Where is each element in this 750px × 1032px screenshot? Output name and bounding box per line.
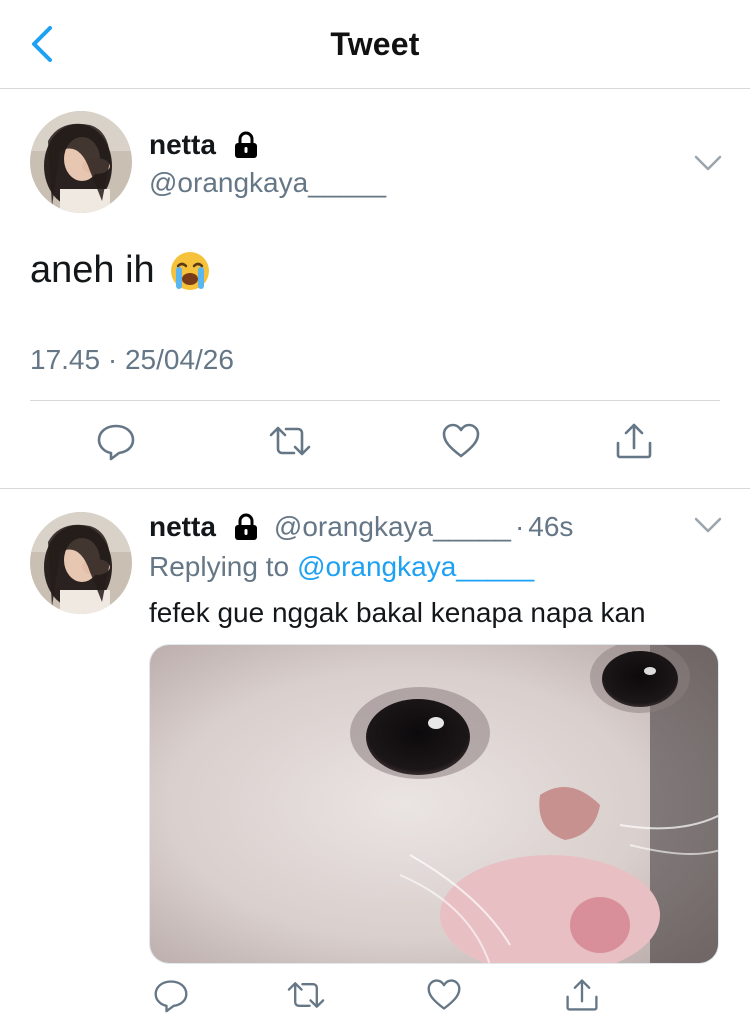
reply-text: fefek gue nggak bakal kenapa napa kan xyxy=(149,597,646,628)
chevron-down-icon xyxy=(694,517,722,533)
reply-tweet[interactable]: netta @orangkaya_____ · 46s Replying to @… xyxy=(0,489,750,1032)
avatar[interactable] xyxy=(30,512,132,614)
heart-icon xyxy=(442,423,480,458)
replying-to: Replying to @orangkaya_____ xyxy=(149,551,534,583)
share-button[interactable] xyxy=(609,416,659,466)
loudly-crying-face-icon xyxy=(169,250,211,292)
reply-button[interactable] xyxy=(146,970,196,1020)
tweet-actions xyxy=(0,416,750,476)
reply-icon xyxy=(97,424,135,461)
relative-time: 46s xyxy=(528,511,574,542)
like-button[interactable] xyxy=(436,416,486,466)
handle: @orangkaya_____ xyxy=(149,167,387,198)
lock-icon xyxy=(232,131,260,159)
page-title: Tweet xyxy=(330,26,420,62)
reply-icon xyxy=(154,980,188,1013)
heart-icon xyxy=(427,979,461,1010)
more-options-button[interactable] xyxy=(693,515,723,535)
display-name[interactable]: netta xyxy=(149,129,216,161)
mention-link[interactable]: @orangkaya_____ xyxy=(297,551,534,582)
display-name[interactable]: netta xyxy=(149,511,216,543)
tweet-timestamp[interactable]: 17.45 · 25/04/26 xyxy=(30,344,234,376)
media-image[interactable] xyxy=(149,644,719,964)
nav-header: Tweet xyxy=(0,0,750,89)
retweet-icon xyxy=(269,426,311,456)
share-button[interactable] xyxy=(557,970,607,1020)
like-button[interactable] xyxy=(419,970,469,1020)
avatar[interactable] xyxy=(30,111,132,213)
separator-dot: · xyxy=(514,511,525,542)
share-icon xyxy=(566,979,598,1011)
more-options-button[interactable] xyxy=(693,153,723,173)
reply-actions xyxy=(0,970,750,1030)
handle: @orangkaya_____ xyxy=(273,511,511,542)
tweet-body: aneh ih xyxy=(30,249,155,291)
reply-author-row: netta @orangkaya_____ · 46s xyxy=(149,511,573,543)
share-icon xyxy=(616,423,652,459)
divider xyxy=(30,400,720,401)
lock-icon xyxy=(232,513,260,541)
retweet-icon xyxy=(287,982,325,1008)
tweet-text: aneh ih xyxy=(30,249,211,292)
main-tweet: netta @orangkaya_____ aneh ih 17.45 · 25… xyxy=(0,89,750,489)
chevron-down-icon xyxy=(694,155,722,171)
author-row: netta xyxy=(149,129,260,161)
reply-button[interactable] xyxy=(91,416,141,466)
retweet-button[interactable] xyxy=(281,970,331,1020)
retweet-button[interactable] xyxy=(265,416,315,466)
replying-prefix: Replying to xyxy=(149,551,290,582)
